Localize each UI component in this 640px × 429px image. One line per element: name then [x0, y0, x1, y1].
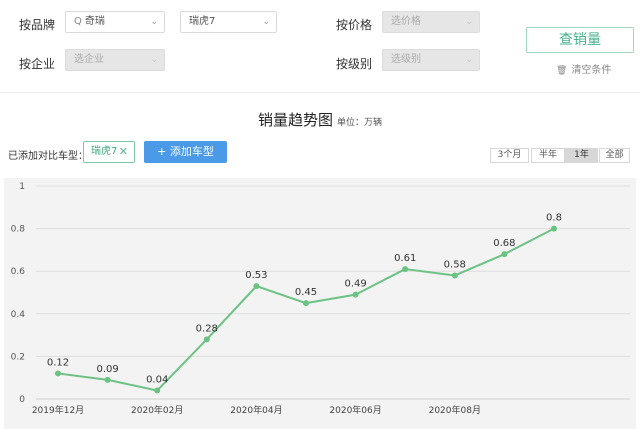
chevron-down-icon: ⌄ — [150, 17, 158, 27]
data-label: 0.68 — [493, 238, 515, 249]
data-point — [451, 272, 458, 279]
range-3-months[interactable]: 3个月 — [490, 148, 529, 163]
added-models-label: 已添加对比车型： — [8, 151, 88, 162]
model-tag: 瑞虎7 ✕ — [83, 141, 135, 163]
y-tick-label: 1 — [19, 182, 25, 192]
data-point — [303, 300, 309, 307]
data-point — [55, 370, 61, 377]
x-tick-label: 2020年04月 — [230, 404, 282, 416]
brand-select[interactable]: Q 奇瑞 ⌄ — [65, 11, 165, 33]
data-label: 0.45 — [295, 287, 317, 298]
model-select-value: 瑞虎7 — [189, 16, 216, 27]
data-label: 0.53 — [245, 270, 267, 281]
data-label: 0.04 — [146, 374, 168, 385]
level-filter-label: 按级别 — [336, 57, 373, 71]
sales-page: 按品牌 Q 奇瑞 ⌄ 瑞虎7 ⌄ 按企业 选企业 ⌄ 按价格 选价格 ⌄ 按级别 … — [0, 0, 640, 429]
data-label: 0.12 — [47, 357, 69, 368]
search-icon: Q — [74, 16, 82, 27]
x-tick-label: 2020年08月 — [429, 404, 481, 416]
sales-trend-chart: 0 0.2 0.4 0.6 0.8 1 2019年12月 2020年02月 2020年04月 20… — [4, 178, 636, 429]
data-label: 0.8 — [546, 213, 562, 224]
data-point — [154, 387, 161, 394]
data-point — [402, 266, 409, 273]
x-tick-label: 2020年02月 — [131, 404, 183, 416]
data-point — [253, 283, 260, 290]
data-point — [203, 336, 210, 343]
data-label: 0.49 — [344, 279, 366, 290]
company-select-placeholder: 选企业 — [74, 54, 104, 65]
price-filter-label: 按价格 — [336, 18, 373, 32]
close-icon[interactable]: ✕ — [119, 142, 128, 162]
y-tick-label: 0.8 — [11, 225, 26, 235]
y-tick-label: 0 — [19, 395, 25, 405]
data-label: 0.61 — [394, 253, 416, 264]
model-select[interactable]: 瑞虎7 ⌄ — [180, 11, 277, 33]
x-tick-label: 2020年06月 — [329, 404, 381, 416]
chevron-down-icon: ⌄ — [465, 55, 473, 65]
data-label: 0.58 — [444, 259, 466, 270]
chevron-down-icon: ⌄ — [262, 17, 270, 27]
brand-filter-label: 按品牌 — [19, 18, 56, 32]
plot-background — [4, 178, 636, 429]
brand-select-value: 奇瑞 — [84, 16, 105, 27]
query-sales-button[interactable]: 查销量 — [526, 27, 634, 53]
section-divider — [0, 92, 640, 93]
data-point — [551, 225, 557, 232]
data-point — [352, 291, 359, 298]
clear-conditions-link[interactable]: 🗑 清空条件 — [556, 61, 611, 76]
clear-conditions-label: 清空条件 — [571, 65, 612, 76]
y-tick-label: 0.6 — [11, 267, 26, 277]
data-label: 0.28 — [196, 323, 218, 334]
chart-unit: 单位：万辆 — [337, 118, 383, 128]
range-1-year[interactable]: 1年 — [565, 148, 598, 163]
chevron-down-icon: ⌄ — [150, 55, 158, 65]
y-tick-label: 0.4 — [11, 310, 26, 320]
range-half-year[interactable]: 半年 — [531, 148, 565, 163]
data-point — [104, 376, 111, 383]
chart-title-text: 销量趋势图 — [257, 111, 333, 129]
data-point — [501, 251, 508, 258]
price-select[interactable]: 选价格 ⌄ — [382, 11, 480, 33]
data-label: 0.09 — [96, 364, 118, 375]
x-tick-label: 2019年12月 — [32, 404, 84, 416]
level-select[interactable]: 选级别 ⌄ — [382, 49, 480, 71]
company-select[interactable]: 选企业 ⌄ — [65, 49, 165, 71]
model-tag-label: 瑞虎7 — [91, 146, 118, 157]
company-filter-label: 按企业 — [19, 57, 56, 71]
price-select-placeholder: 选价格 — [391, 16, 421, 27]
chart-title: 销量趋势图 单位：万辆 — [0, 109, 640, 130]
y-tick-label: 0.2 — [11, 352, 25, 362]
chevron-down-icon: ⌄ — [465, 17, 473, 27]
add-model-button[interactable]: + 添加车型 — [144, 141, 227, 163]
range-all[interactable]: 全部 — [599, 148, 630, 163]
level-select-placeholder: 选级别 — [391, 54, 421, 65]
trash-icon: 🗑 — [556, 66, 568, 76]
